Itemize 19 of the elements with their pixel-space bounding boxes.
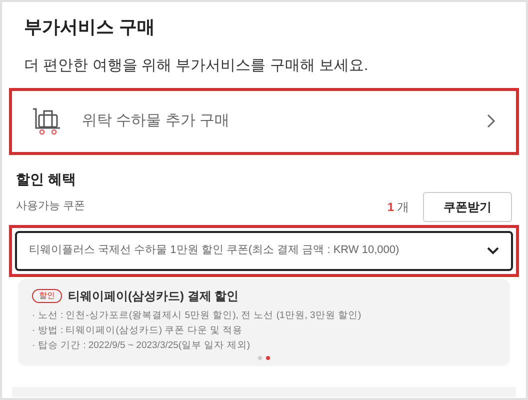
promo-title: 티웨이페이(삼성카드) 결제 할인 bbox=[68, 288, 239, 304]
baggage-purchase-item[interactable]: 위탁 수하물 추가 구매 bbox=[9, 88, 519, 154]
selected-coupon: 티웨이플러스 국제선 수하물 1만원 할인 쿠폰(최소 결제 금액 : KRW 10,000) bbox=[29, 243, 400, 258]
promo-detail: · 탑승 기간 : 2022/9/5 ~ 2023/3/25(일부 일자 제외) bbox=[32, 338, 252, 352]
discount-badge: 할인 bbox=[32, 288, 62, 302]
coupon-select[interactable]: 티웨이플러스 국제선 수하물 1만원 할인 쿠폰(최소 결제 금액 : KRW 10,000) bbox=[15, 230, 513, 270]
section-heading: 할인 혜택 bbox=[15, 170, 77, 188]
count-unit: 개 bbox=[397, 198, 409, 216]
coupon-count: 1 bbox=[387, 198, 394, 216]
luggage-cart-icon bbox=[32, 106, 62, 136]
chevron-down-icon bbox=[487, 246, 499, 254]
page-title: 부가서비스 구매 bbox=[23, 16, 156, 39]
coupon-label: 사용가능 쿠폰 bbox=[16, 199, 86, 214]
promo-detail: · 방법 : 티웨이페이(삼성카드) 쿠폰 다운 및 적용 bbox=[32, 324, 244, 336]
promo-detail: · 노선 : 인천-싱가포르(왕복결제시 5만원 할인), 전 노선 (1만원, 3만원 할인) bbox=[32, 308, 362, 322]
get-coupon-button[interactable]: 쿠폰받기 bbox=[423, 192, 512, 222]
chevron-right-icon bbox=[486, 113, 496, 129]
item-label: 위탁 수하물 추가 구매 bbox=[82, 110, 231, 131]
page-subtitle: 더 편안한 여행을 위해 부가서비스를 구매해 보세요. bbox=[23, 56, 370, 76]
